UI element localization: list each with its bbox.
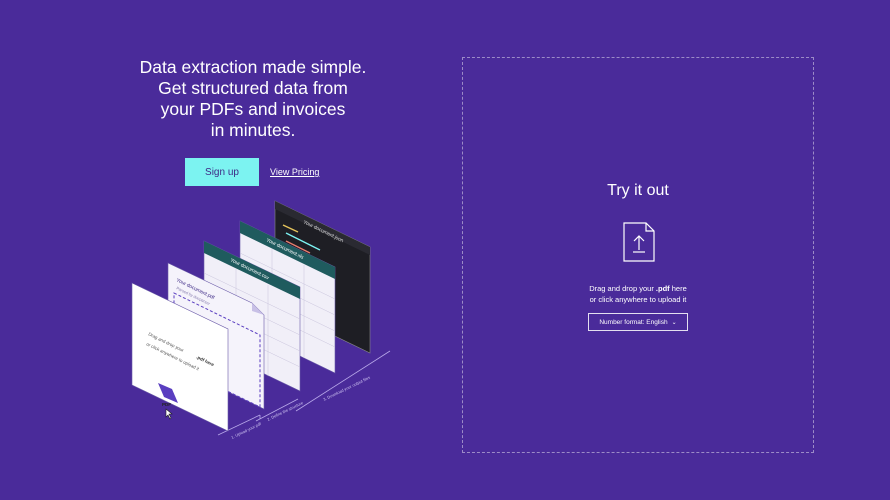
headline-line-2: Get structured data from xyxy=(158,78,348,98)
chevron-down-icon: ⌄ xyxy=(671,319,677,326)
number-format-label: Number format: English xyxy=(599,318,668,326)
docs-illustration: Your document.json Your document.xls You… xyxy=(131,200,391,440)
hint-prefix: Drag and drop your xyxy=(589,284,656,293)
upload-hint-line-1: Drag and drop your .pdf here xyxy=(463,283,813,294)
upload-title: Try it out xyxy=(607,182,669,199)
upload-hint: Drag and drop your .pdf here or click an… xyxy=(463,283,813,305)
signup-button[interactable]: Sign up xyxy=(185,158,259,186)
headline-line-3: your PDFs and invoices xyxy=(160,99,346,119)
hint-suffix: here xyxy=(669,284,687,293)
number-format-select[interactable]: Number format: English ⌄ xyxy=(588,313,688,331)
upload-dropzone[interactable]: Try it out Drag and drop your .pdf here … xyxy=(462,57,814,453)
headline-line-4: in minutes. xyxy=(210,120,296,140)
upload-hint-line-2: or click anywhere to upload it xyxy=(589,295,687,304)
pdf-badge: PDF xyxy=(162,402,171,407)
cursor-icon xyxy=(165,408,173,420)
headline-line-1: Data extraction made simple. xyxy=(139,57,367,77)
view-pricing-link[interactable]: View Pricing xyxy=(270,167,319,177)
hero-headline: Data extraction made simple. Get structu… xyxy=(118,57,388,141)
hint-ext: .pdf xyxy=(655,284,670,293)
file-upload-icon xyxy=(623,222,655,262)
step-1-label: 1. Upload your pdf xyxy=(230,421,262,440)
step-2-label: 2. Define the structure xyxy=(266,400,304,422)
